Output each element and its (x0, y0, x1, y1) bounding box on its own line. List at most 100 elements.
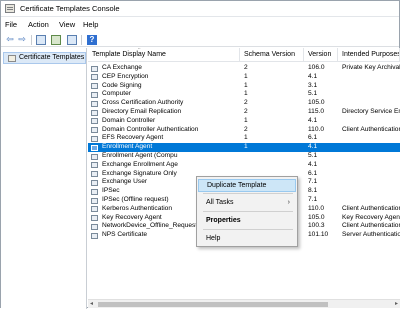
template-name-cell: CA Exchange (102, 64, 142, 71)
schema-version-cell: 1 (244, 116, 248, 124)
certificate-template-icon (91, 197, 98, 204)
intended-purposes-cell: Key Recovery Agent (342, 213, 400, 221)
version-cell: 115.0 (308, 108, 325, 115)
template-name-cell: Exchange Enrollment Age (102, 160, 178, 168)
menu-bar: File Action View Help (1, 18, 399, 32)
tree-item-label: Certificate Templates (19, 54, 85, 61)
version-cell: 8.1 (308, 187, 318, 195)
help-icon[interactable]: ? (87, 35, 97, 45)
certificate-template-icon (91, 223, 98, 230)
menu-item-properties[interactable]: Properties (198, 214, 296, 227)
table-row[interactable]: CA Exchange 2 106.0 Private Key Archival (88, 64, 400, 73)
intended-purposes-cell: Server Authentication (342, 231, 400, 239)
certificate-template-icon (91, 162, 98, 169)
context-menu: Duplicate Template All Tasks › Propertie… (196, 176, 298, 247)
version-cell: 4.1 (308, 160, 318, 168)
menu-item-help[interactable]: Help (198, 232, 296, 245)
template-name-cell: Cross Certification Authority (102, 99, 184, 107)
certificate-template-icon (91, 91, 98, 98)
schema-version-cell: 2 (244, 125, 248, 133)
intended-purposes-cell: Client Authentication (342, 204, 400, 212)
certificate-template-icon (91, 135, 98, 142)
menu-item-all-tasks[interactable]: All Tasks › (198, 196, 296, 209)
tree-item-certificate-templates[interactable]: Certificate Templates (3, 52, 86, 64)
title-bar: Certificate Templates Console (1, 1, 399, 17)
export-list-icon[interactable] (67, 35, 77, 45)
table-row[interactable]: Code Signing 1 3.1 (88, 82, 400, 91)
certificate-template-icon (91, 171, 98, 178)
certificate-template-icon (91, 74, 98, 81)
menu-action[interactable]: Action (28, 20, 49, 29)
scrollbar-thumb[interactable] (98, 302, 328, 307)
schema-version-cell: 1 (244, 72, 248, 80)
template-name-cell: Domain Controller Authentication (102, 125, 199, 133)
version-cell: 100.3 (308, 222, 325, 230)
horizontal-scrollbar[interactable]: ◂ ▸ (88, 299, 400, 308)
template-name-cell: Code Signing (102, 81, 142, 89)
table-row[interactable]: Domain Controller Authentication 2 110.0 Cl… (88, 126, 400, 135)
schema-version-cell: 2 (244, 99, 248, 107)
intended-purposes-cell: Client Authentication (342, 125, 400, 133)
certificate-template-icon (91, 127, 98, 134)
column-header-name[interactable]: ^ Template Display Name (88, 48, 240, 62)
table-row[interactable]: Directory Email Replication 2 115.0 Directo… (88, 108, 400, 117)
certificate-template-icon (91, 109, 98, 116)
template-name-cell: Computer (102, 90, 131, 98)
table-row[interactable]: EFS Recovery Agent 1 6.1 (88, 134, 400, 143)
certificate-template-icon (91, 232, 98, 239)
menu-separator (203, 229, 293, 230)
column-header-schema[interactable]: Schema Version (240, 48, 304, 62)
schema-version-cell: 1 (244, 81, 248, 89)
version-cell: 3.1 (308, 81, 318, 89)
properties-icon[interactable] (51, 35, 61, 45)
certificate-template-icon (91, 100, 98, 107)
toolbar-separator (81, 35, 82, 45)
version-cell: 106.0 (308, 64, 325, 71)
certificate-template-icon (91, 206, 98, 213)
table-row[interactable]: Exchange Enrollment Age 4.1 (88, 161, 400, 170)
template-name-cell: Enrollment Agent (Compu (102, 152, 178, 159)
back-arrow-icon[interactable]: ⇦ (5, 35, 15, 45)
version-cell: 4.1 (308, 143, 318, 151)
menu-item-duplicate-template[interactable]: Duplicate Template (198, 179, 296, 192)
template-name-cell: CEP Encryption (102, 72, 149, 80)
menu-separator (203, 193, 293, 194)
version-cell: 110.0 (308, 204, 325, 212)
sort-indicator-icon: ^ (138, 48, 141, 53)
table-row[interactable]: CEP Encryption 1 4.1 (88, 73, 400, 82)
version-cell: 6.1 (308, 169, 318, 177)
schema-version-cell: 1 (244, 134, 248, 142)
console-tree-icon[interactable] (36, 35, 46, 45)
column-header-version[interactable]: Version (304, 48, 338, 62)
menu-help[interactable]: Help (83, 20, 98, 29)
app-window: Certificate Templates Console File Actio… (0, 0, 400, 309)
console-app-icon (5, 4, 15, 13)
template-name-cell: Directory Email Replication (102, 108, 182, 115)
version-cell: 101.10 (308, 231, 329, 239)
forward-arrow-icon[interactable]: ⇨ (17, 35, 27, 45)
table-row[interactable]: Cross Certification Authority 2 105.0 (88, 99, 400, 108)
template-name-cell: EFS Recovery Agent (102, 134, 164, 142)
menu-view[interactable]: View (59, 20, 75, 29)
table-row[interactable]: Domain Controller 1 4.1 (88, 117, 400, 126)
certificate-template-icon (91, 144, 98, 151)
intended-purposes-cell: Directory Service Em (342, 108, 400, 115)
version-cell: 7.1 (308, 196, 318, 203)
console-tree-pane: Certificate Templates (1, 48, 87, 309)
window-title: Certificate Templates Console (20, 4, 120, 13)
menu-file[interactable]: File (5, 20, 17, 29)
template-name-cell: Enrollment Agent (102, 143, 153, 151)
chevron-right-icon: › (287, 199, 290, 206)
schema-version-cell: 2 (244, 64, 248, 71)
certificate-template-icon (91, 188, 98, 195)
table-row[interactable]: Enrollment Agent (Compu 5.1 (88, 152, 400, 161)
schema-version-cell: 2 (244, 108, 248, 115)
column-header-purposes[interactable]: Intended Purposes (338, 48, 400, 62)
certificate-template-icon (91, 153, 98, 160)
template-name-cell: Domain Controller (102, 116, 156, 124)
table-row[interactable]: Enrollment Agent 1 4.1 (88, 143, 400, 152)
templates-folder-icon (8, 55, 16, 62)
table-row[interactable]: Computer 1 5.1 (88, 90, 400, 99)
version-cell: 5.1 (308, 152, 318, 159)
version-cell: 105.0 (308, 213, 325, 221)
